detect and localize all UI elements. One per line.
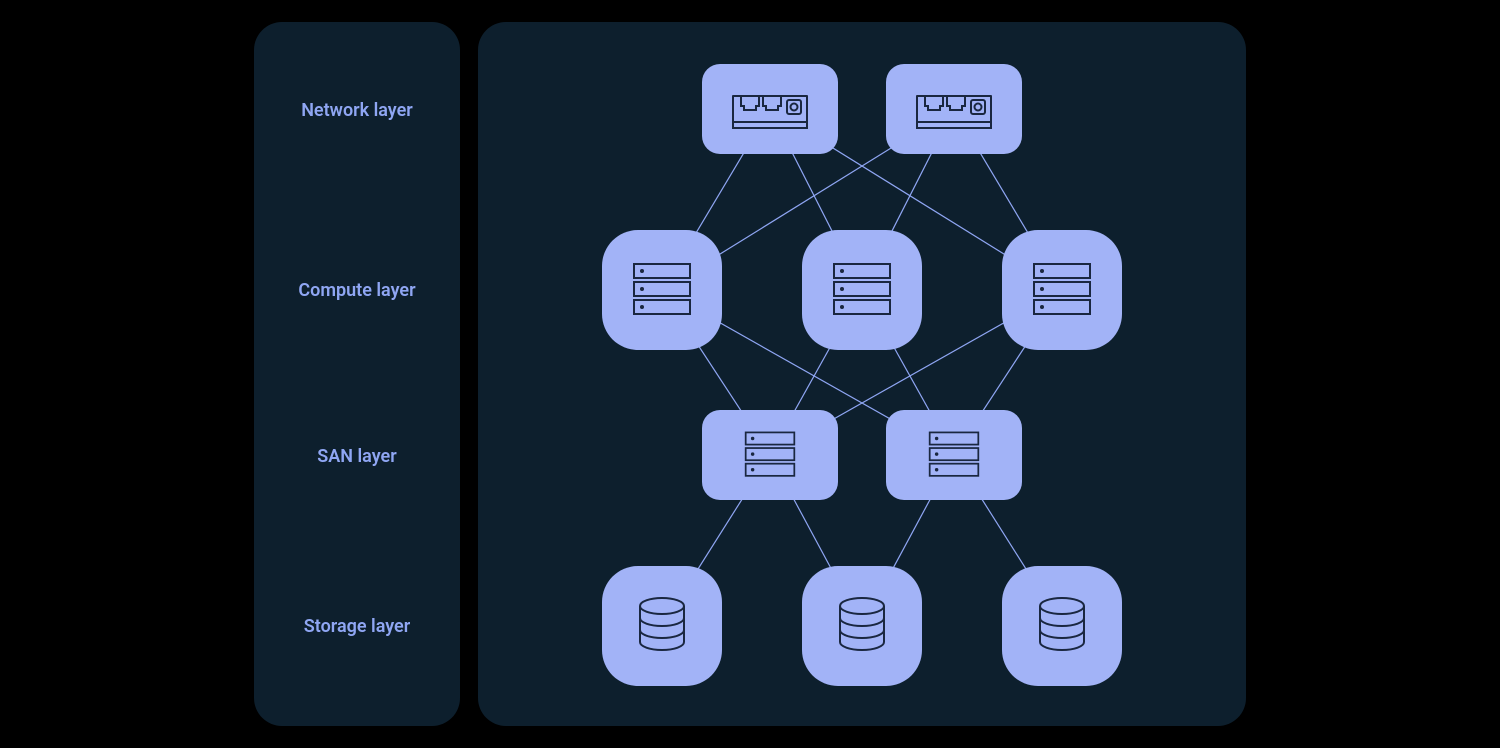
node-nw2 xyxy=(886,64,1022,154)
database-icon xyxy=(1022,588,1102,664)
node-san2 xyxy=(886,410,1022,500)
layer-label-network: Network layer xyxy=(254,100,460,121)
server-rack-icon xyxy=(909,422,999,488)
layer-label-compute: Compute layer xyxy=(254,280,460,301)
network-switch-icon xyxy=(909,76,999,142)
node-cp3 xyxy=(1002,230,1122,350)
diagram-panel xyxy=(478,22,1246,726)
layer-label-san: SAN layer xyxy=(254,446,460,467)
layer-label-storage: Storage layer xyxy=(254,616,460,637)
node-cp2 xyxy=(802,230,922,350)
node-st3 xyxy=(1002,566,1122,686)
node-san1 xyxy=(702,410,838,500)
node-st2 xyxy=(802,566,922,686)
server-rack-icon xyxy=(822,252,902,328)
database-icon xyxy=(822,588,902,664)
labels-panel: Network layer Compute layer SAN layer St… xyxy=(254,22,460,726)
database-icon xyxy=(622,588,702,664)
server-rack-icon xyxy=(725,422,815,488)
server-rack-icon xyxy=(622,252,702,328)
server-rack-icon xyxy=(1022,252,1102,328)
network-switch-icon xyxy=(725,76,815,142)
node-cp1 xyxy=(602,230,722,350)
node-st1 xyxy=(602,566,722,686)
node-nw1 xyxy=(702,64,838,154)
